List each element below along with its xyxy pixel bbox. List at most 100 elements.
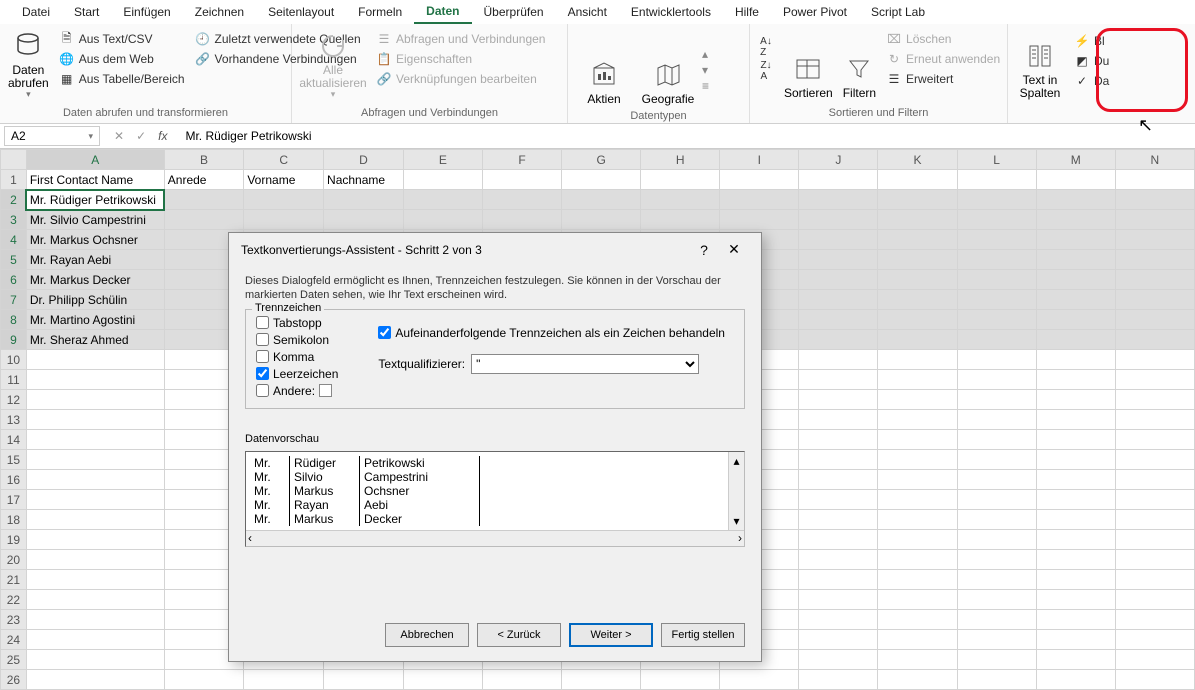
help-button[interactable]: ? (689, 242, 719, 258)
cell-C2[interactable] (244, 190, 324, 210)
cell-L11[interactable] (957, 370, 1036, 390)
edit-links-button[interactable]: 🔗Verknüpfungen bearbeiten (374, 70, 547, 88)
cell-L18[interactable] (957, 510, 1036, 530)
menu-item-datei[interactable]: Datei (10, 1, 62, 23)
cell-K26[interactable] (878, 670, 957, 690)
cell-K9[interactable] (878, 330, 957, 350)
cell-A5[interactable]: Mr. Rayan Aebi (26, 250, 164, 270)
cell-J26[interactable] (799, 670, 878, 690)
cell-J2[interactable] (799, 190, 878, 210)
cell-F26[interactable] (482, 670, 561, 690)
cell-A20[interactable] (26, 550, 164, 570)
stocks-button[interactable]: Aktien (574, 32, 634, 108)
cell-C1[interactable]: Vorname (244, 170, 324, 190)
cell-A6[interactable]: Mr. Markus Decker (26, 270, 164, 290)
cell-M18[interactable] (1036, 510, 1115, 530)
cell-L7[interactable] (957, 290, 1036, 310)
filter-button[interactable]: Filtern (841, 26, 878, 102)
cell-H1[interactable] (641, 170, 720, 190)
cell-J16[interactable] (799, 470, 878, 490)
cell-G3[interactable] (562, 210, 641, 230)
cell-M26[interactable] (1036, 670, 1115, 690)
cell-A10[interactable] (26, 350, 164, 370)
menu-item-überprüfen[interactable]: Überprüfen (472, 1, 556, 23)
cell-M15[interactable] (1036, 450, 1115, 470)
cell-K1[interactable] (878, 170, 957, 190)
cell-M5[interactable] (1036, 250, 1115, 270)
vertical-scrollbar[interactable]: ▴▾ (728, 452, 744, 530)
menu-item-ansicht[interactable]: Ansicht (556, 1, 619, 23)
menu-item-seitenlayout[interactable]: Seitenlayout (256, 1, 346, 23)
cell-J24[interactable] (799, 630, 878, 650)
cell-N11[interactable] (1115, 370, 1194, 390)
row-header-21[interactable]: 21 (1, 570, 27, 590)
from-web-button[interactable]: 🌐Aus dem Web (57, 50, 187, 68)
cell-D1[interactable]: Nachname (324, 170, 404, 190)
cell-M14[interactable] (1036, 430, 1115, 450)
cell-K20[interactable] (878, 550, 957, 570)
cell-N17[interactable] (1115, 490, 1194, 510)
cell-J14[interactable] (799, 430, 878, 450)
sort-asc-button[interactable]: A↓Z (756, 38, 776, 56)
cell-J12[interactable] (799, 390, 878, 410)
row-header-14[interactable]: 14 (1, 430, 27, 450)
cell-D2[interactable] (324, 190, 404, 210)
queries-connections-button[interactable]: ☰Abfragen und Verbindungen (374, 30, 547, 48)
cell-M1[interactable] (1036, 170, 1115, 190)
cell-A3[interactable]: Mr. Silvio Campestrini (26, 210, 164, 230)
row-header-2[interactable]: 2 (1, 190, 27, 210)
flash-fill-button[interactable]: ⚡Bl (1072, 32, 1111, 50)
cell-J20[interactable] (799, 550, 878, 570)
cell-K4[interactable] (878, 230, 957, 250)
cell-N26[interactable] (1115, 670, 1194, 690)
cell-A11[interactable] (26, 370, 164, 390)
cell-K6[interactable] (878, 270, 957, 290)
space-checkbox[interactable]: Leerzeichen (256, 367, 338, 381)
get-data-button[interactable]: Daten abrufen ▾ (6, 26, 51, 102)
cell-I1[interactable] (720, 170, 799, 190)
col-header-N[interactable]: N (1115, 150, 1194, 170)
cell-N21[interactable] (1115, 570, 1194, 590)
cell-B26[interactable] (164, 670, 244, 690)
col-header-K[interactable]: K (878, 150, 957, 170)
cell-A22[interactable] (26, 590, 164, 610)
refresh-all-button[interactable]: Alle aktualisieren ▾ (298, 26, 368, 102)
cell-K23[interactable] (878, 610, 957, 630)
horizontal-scrollbar[interactable]: ‹› (246, 530, 744, 546)
cell-E3[interactable] (403, 210, 482, 230)
cell-N3[interactable] (1115, 210, 1194, 230)
cell-K10[interactable] (878, 350, 957, 370)
cell-L4[interactable] (957, 230, 1036, 250)
col-header-L[interactable]: L (957, 150, 1036, 170)
cell-I26[interactable] (720, 670, 799, 690)
cell-G26[interactable] (562, 670, 641, 690)
text-to-columns-button[interactable]: Text in Spalten (1014, 26, 1066, 102)
cell-C26[interactable] (244, 670, 324, 690)
cell-K8[interactable] (878, 310, 957, 330)
cell-N22[interactable] (1115, 590, 1194, 610)
cell-K24[interactable] (878, 630, 957, 650)
scroll-up-icon[interactable]: ▴ (702, 47, 709, 61)
geography-button[interactable]: Geografie (636, 32, 700, 108)
menu-item-entwicklertools[interactable]: Entwicklertools (619, 1, 723, 23)
menu-item-start[interactable]: Start (62, 1, 111, 23)
cell-N5[interactable] (1115, 250, 1194, 270)
cell-M4[interactable] (1036, 230, 1115, 250)
row-header-3[interactable]: 3 (1, 210, 27, 230)
cell-M19[interactable] (1036, 530, 1115, 550)
row-header-17[interactable]: 17 (1, 490, 27, 510)
cell-L24[interactable] (957, 630, 1036, 650)
cancel-button[interactable]: Abbrechen (385, 623, 469, 647)
cell-K7[interactable] (878, 290, 957, 310)
row-header-4[interactable]: 4 (1, 230, 27, 250)
row-header-7[interactable]: 7 (1, 290, 27, 310)
row-header-26[interactable]: 26 (1, 670, 27, 690)
col-header-J[interactable]: J (799, 150, 878, 170)
cell-L22[interactable] (957, 590, 1036, 610)
cell-J23[interactable] (799, 610, 878, 630)
tab-checkbox[interactable]: Tabstopp (256, 316, 338, 330)
cell-J1[interactable] (799, 170, 878, 190)
col-header-H[interactable]: H (641, 150, 720, 170)
semicolon-checkbox[interactable]: Semikolon (256, 333, 338, 347)
cell-J15[interactable] (799, 450, 878, 470)
